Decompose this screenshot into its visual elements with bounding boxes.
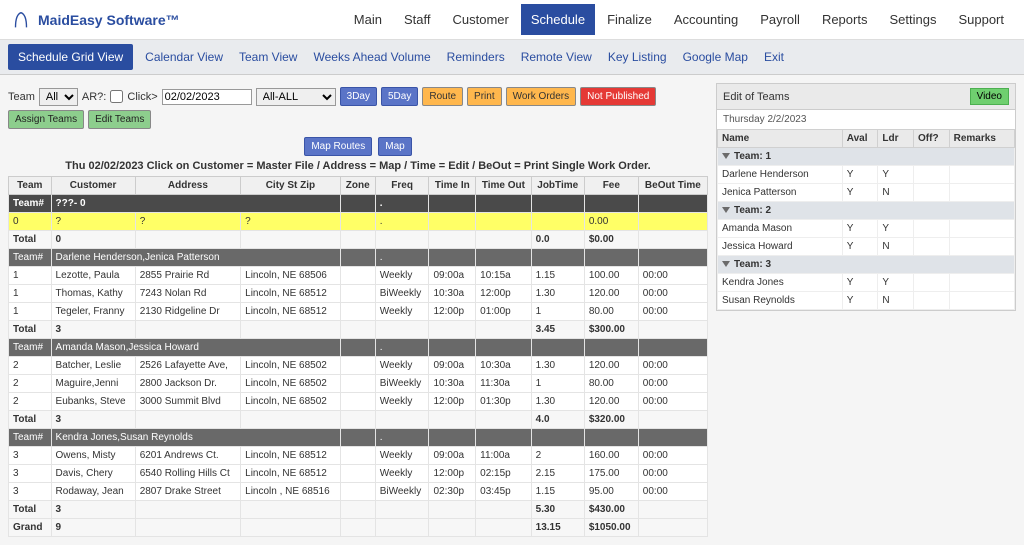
topnav-settings[interactable]: Settings	[879, 4, 946, 35]
all-select[interactable]: All-ALL	[256, 88, 336, 106]
grand-total-row: Grand913.15$1050.00	[9, 519, 708, 537]
topnav-schedule[interactable]: Schedule	[521, 4, 595, 35]
total-row: Total35.30$430.00	[9, 501, 708, 519]
schedule-grid-view-button[interactable]: Schedule Grid View	[8, 44, 133, 70]
team-select[interactable]: All	[39, 88, 78, 106]
date-input[interactable]	[162, 89, 252, 105]
total-row: Total00.0$0.00	[9, 231, 708, 249]
subnav-weeks-ahead-volume[interactable]: Weeks Ahead Volume	[313, 50, 430, 64]
col-team: Team	[9, 177, 52, 195]
team-col-name: Name	[718, 130, 843, 148]
col-time-out: Time Out	[476, 177, 532, 195]
total-row: Total34.0$320.00	[9, 411, 708, 429]
team-header-row: Team#Kendra Jones,Susan Reynolds.	[9, 429, 708, 447]
sub-nav-bar: Schedule Grid View Calendar View Team Vie…	[0, 40, 1024, 75]
topnav-main[interactable]: Main	[344, 4, 392, 35]
not-published-button[interactable]: Not Published	[580, 87, 656, 106]
table-row[interactable]: 2Maguire,Jenni2800 Jackson Dr.Lincoln, N…	[9, 375, 708, 393]
subnav-key-listing[interactable]: Key Listing	[608, 50, 667, 64]
team-member-row[interactable]: Jessica HowardYN	[718, 238, 1015, 256]
topnav-payroll[interactable]: Payroll	[750, 4, 810, 35]
subnav-team-view[interactable]: Team View	[239, 50, 297, 64]
brand-name: MaidEasy Software™	[38, 12, 180, 28]
table-row[interactable]: 0???.0.00	[9, 213, 708, 231]
col-jobtime: JobTime	[531, 177, 584, 195]
chevron-down-icon	[722, 261, 730, 267]
table-row[interactable]: 2Eubanks, Steve3000 Summit BlvdLincoln, …	[9, 393, 708, 411]
brand-logo: MaidEasy Software™	[10, 9, 180, 31]
ar-label: AR?:	[82, 91, 106, 103]
subnav-calendar-view[interactable]: Calendar View	[145, 50, 223, 64]
table-row[interactable]: 3Davis, Chery6540 Rolling Hills CtLincol…	[9, 465, 708, 483]
col-beout-time: BeOut Time	[638, 177, 707, 195]
team-group-header[interactable]: Team: 1	[718, 148, 1015, 166]
chevron-down-icon	[722, 153, 730, 159]
team-member-row[interactable]: Jenica PattersonYN	[718, 184, 1015, 202]
assign-teams-button[interactable]: Assign Teams	[8, 110, 84, 129]
table-row[interactable]: 1Tegeler, Franny2130 Ridgeline DrLincoln…	[9, 303, 708, 321]
topnav-reports[interactable]: Reports	[812, 4, 878, 35]
click-label: Click>	[127, 91, 157, 103]
team-member-row[interactable]: Amanda MasonYY	[718, 220, 1015, 238]
team-member-row[interactable]: Kendra JonesYY	[718, 274, 1015, 292]
subnav-exit[interactable]: Exit	[764, 50, 784, 64]
chevron-down-icon	[722, 207, 730, 213]
schedule-grid: TeamCustomerAddressCity St ZipZoneFreqTi…	[8, 176, 708, 537]
print-button[interactable]: Print	[467, 87, 502, 106]
three-day-button[interactable]: 3Day	[340, 87, 377, 106]
table-row[interactable]: 3Rodaway, Jean2807 Drake StreetLincoln ,…	[9, 483, 708, 501]
table-row[interactable]: 1Thomas, Kathy7243 Nolan RdLincoln, NE 6…	[9, 285, 708, 303]
team-member-row[interactable]: Susan ReynoldsYN	[718, 292, 1015, 310]
col-fee: Fee	[584, 177, 638, 195]
table-row[interactable]: 3Owens, Misty6201 Andrews Ct.Lincoln, NE…	[9, 447, 708, 465]
team-member-row[interactable]: Darlene HendersonYY	[718, 166, 1015, 184]
col-freq: Freq	[375, 177, 429, 195]
col-city-st-zip: City St Zip	[241, 177, 341, 195]
subnav-google-map[interactable]: Google Map	[683, 50, 748, 64]
edit-teams-panel: Edit of Teams Video Thursday 2/2/2023 Na…	[716, 83, 1016, 311]
table-row[interactable]: 2Batcher, Leslie2526 Lafayette Ave,Linco…	[9, 357, 708, 375]
map-routes-button[interactable]: Map Routes	[304, 137, 372, 156]
panel-title: Edit of Teams	[723, 91, 789, 103]
topnav-customer[interactable]: Customer	[442, 4, 518, 35]
work-orders-button[interactable]: Work Orders	[506, 87, 577, 106]
team-header-row: Team#Amanda Mason,Jessica Howard.	[9, 339, 708, 357]
edit-teams-button[interactable]: Edit Teams	[88, 110, 151, 129]
maideasy-logo-icon	[10, 9, 32, 31]
col-time-in: Time In	[429, 177, 476, 195]
five-day-button[interactable]: 5Day	[381, 87, 418, 106]
team-col-remarks: Remarks	[949, 130, 1014, 148]
total-row: Total33.45$300.00	[9, 321, 708, 339]
topnav-support[interactable]: Support	[948, 4, 1014, 35]
topnav-staff[interactable]: Staff	[394, 4, 441, 35]
panel-date: Thursday 2/2/2023	[717, 110, 1015, 129]
video-button[interactable]: Video	[970, 88, 1009, 105]
map-button[interactable]: Map	[378, 137, 411, 156]
subnav-reminders[interactable]: Reminders	[447, 50, 505, 64]
topnav-accounting[interactable]: Accounting	[664, 4, 748, 35]
table-row[interactable]: 1Lezotte, Paula2855 Prairie RdLincoln, N…	[9, 267, 708, 285]
team-header-row: Team#???- 0.	[9, 195, 708, 213]
col-zone: Zone	[340, 177, 375, 195]
team-header-row: Team#Darlene Henderson,Jenica Patterson.	[9, 249, 708, 267]
top-nav: MainStaffCustomerScheduleFinalizeAccount…	[344, 4, 1014, 35]
hint-text: Thu 02/02/2023 Click on Customer = Maste…	[8, 160, 708, 172]
topnav-finalize[interactable]: Finalize	[597, 4, 662, 35]
ar-checkbox[interactable]	[110, 90, 123, 103]
team-col-ldr: Ldr	[878, 130, 914, 148]
route-button[interactable]: Route	[422, 87, 463, 106]
team-group-header[interactable]: Team: 2	[718, 202, 1015, 220]
team-col-aval: Aval	[842, 130, 878, 148]
team-group-header[interactable]: Team: 3	[718, 256, 1015, 274]
team-label: Team	[8, 91, 35, 103]
team-col-off?: Off?	[914, 130, 950, 148]
subnav-remote-view[interactable]: Remote View	[521, 50, 592, 64]
col-customer: Customer	[51, 177, 135, 195]
col-address: Address	[135, 177, 240, 195]
